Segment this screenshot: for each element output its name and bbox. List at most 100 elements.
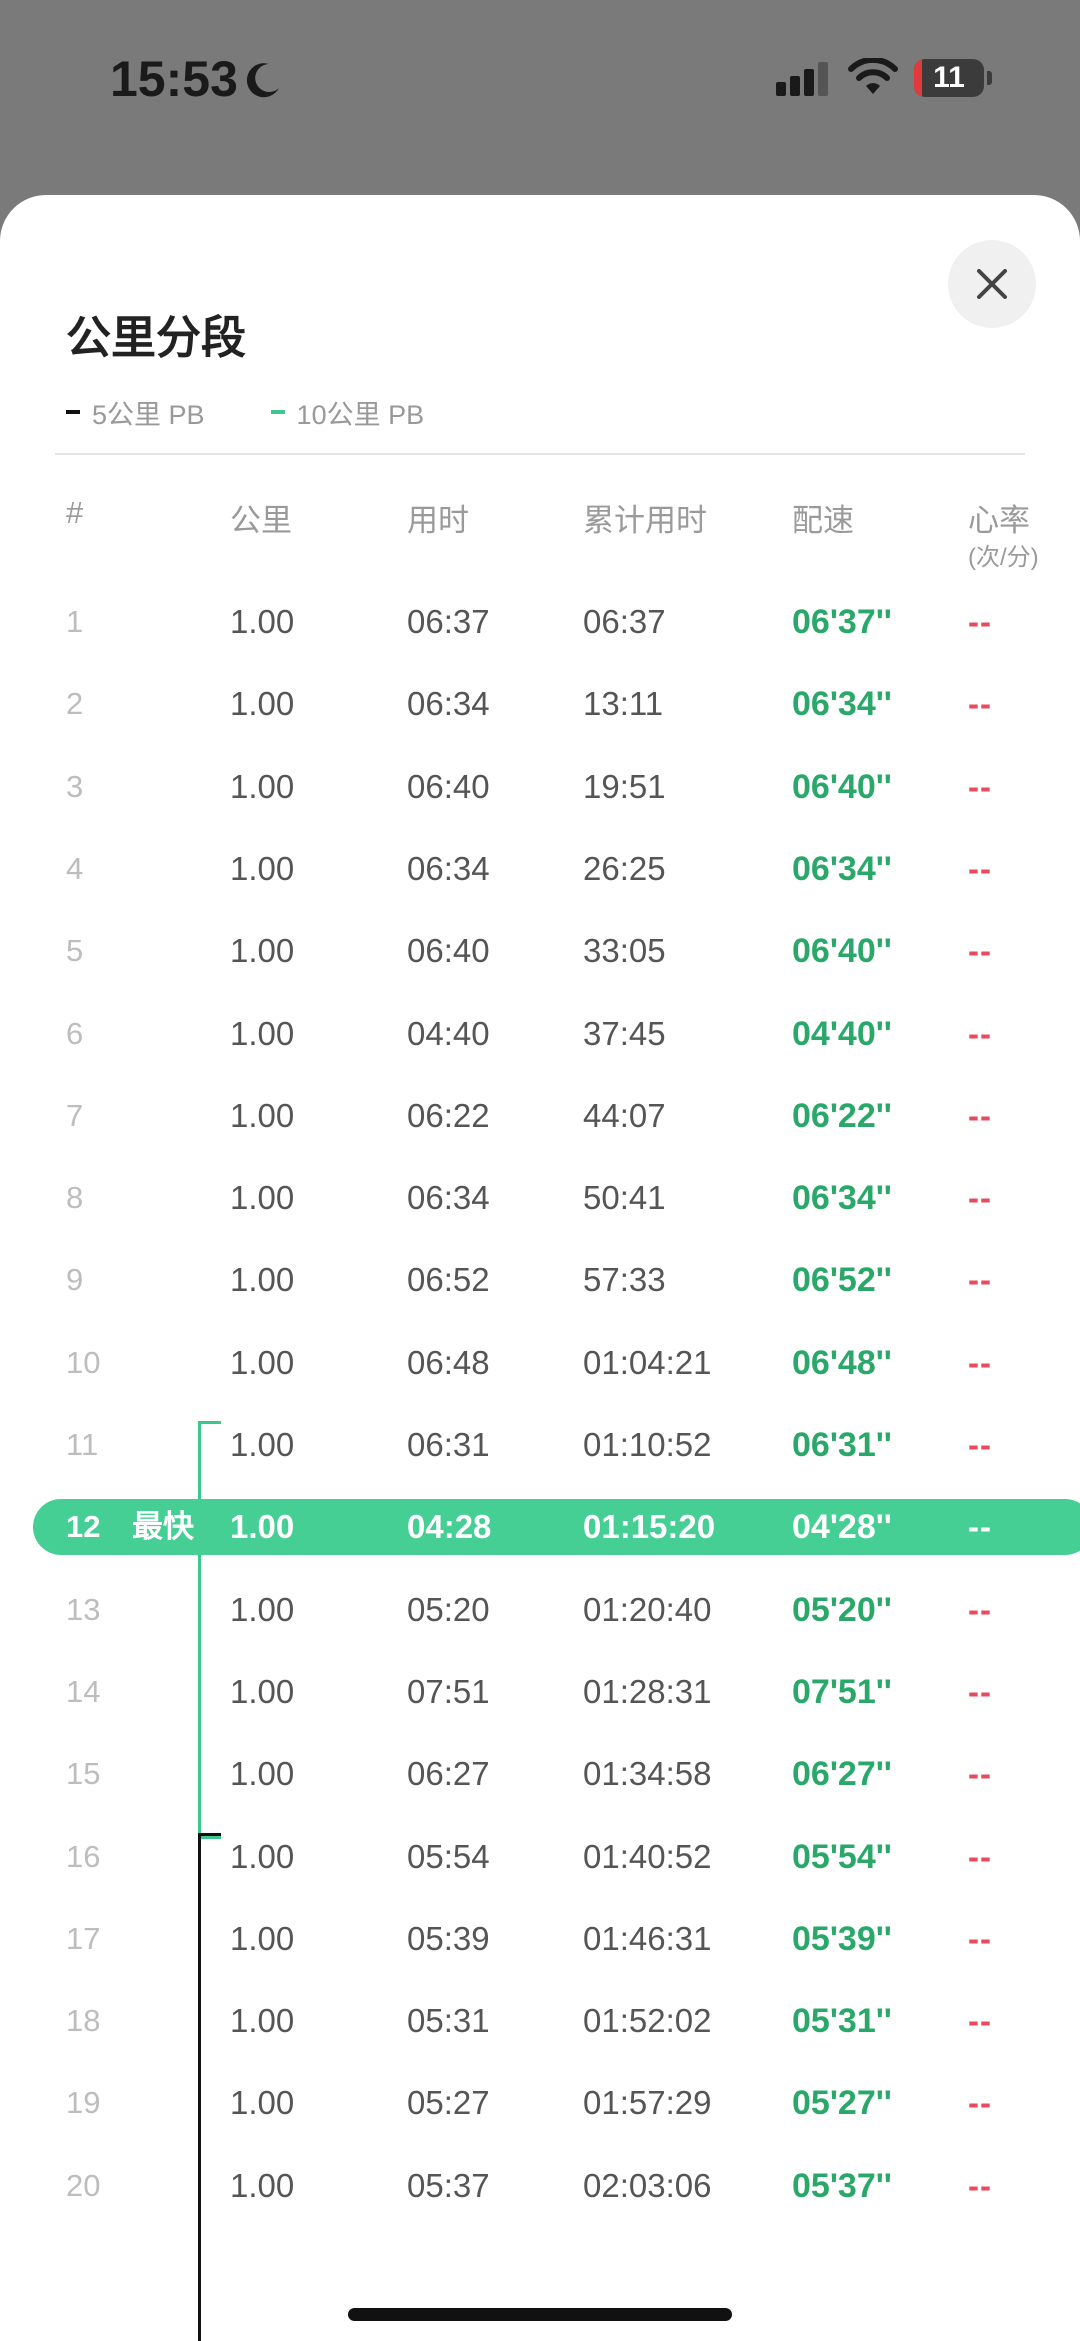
row-time: 06:52 (407, 1261, 490, 1298)
row-time: 06:31 (407, 1426, 490, 1463)
row-heart-rate: -- (968, 1097, 992, 1134)
row-km: 1.00 (230, 1015, 295, 1052)
row-time: 06:40 (407, 768, 490, 805)
row-index: 11 (66, 1427, 99, 1462)
header-time: 用时 (407, 503, 469, 538)
row-index: 20 (66, 2168, 101, 2203)
row-index: 17 (66, 1921, 101, 1956)
table-row[interactable]: 14 1.00 07:51 01:28:31 07'51'' -- (0, 1651, 1080, 1733)
row-km: 1.00 (230, 2002, 295, 2039)
row-cumulative: 01:28:31 (583, 1673, 712, 1710)
close-button[interactable] (948, 240, 1036, 328)
row-index: 8 (66, 1180, 84, 1215)
table-row[interactable]: 11 1.00 06:31 01:10:52 06'31'' -- (0, 1404, 1080, 1486)
row-cumulative: 44:07 (583, 1097, 666, 1134)
row-cumulative: 37:45 (583, 1015, 666, 1052)
table-row[interactable]: 1 1.00 06:37 06:37 06'37'' -- (0, 581, 1080, 663)
table-row[interactable]: 6 1.00 04:40 37:45 04'40'' -- (0, 993, 1080, 1075)
moon-icon (246, 63, 279, 98)
legend-5km-pb: 5公里 PB (66, 393, 205, 432)
row-cumulative: 33:05 (583, 932, 666, 969)
row-km: 1.00 (230, 1838, 295, 1875)
table-row[interactable]: 17 1.00 05:39 01:46:31 05'39'' -- (0, 1898, 1080, 1980)
row-km: 1.00 (230, 1508, 295, 1545)
row-heart-rate: -- (968, 1015, 992, 1052)
row-pace: 06'34'' (792, 685, 892, 723)
row-km: 1.00 (230, 2084, 295, 2121)
row-pace: 06'34'' (792, 1179, 892, 1217)
row-time: 04:40 (407, 1015, 490, 1052)
row-heart-rate: -- (968, 932, 992, 969)
row-cumulative: 01:04:21 (583, 1344, 712, 1381)
row-cumulative: 13:11 (583, 685, 664, 722)
home-indicator[interactable] (348, 2308, 732, 2321)
row-time: 06:27 (407, 1755, 490, 1792)
table-row[interactable]: 18 1.00 05:31 01:52:02 05'31'' -- (0, 1980, 1080, 2062)
table-row[interactable]: 5 1.00 06:40 33:05 06'40'' -- (0, 910, 1080, 992)
header-pace: 配速 (792, 503, 854, 538)
header-km: 公里 (230, 503, 292, 538)
row-index: 10 (66, 1345, 101, 1380)
table-row-fastest[interactable]: 12 1.00 04:28 01:15:20 04'28'' -- 最快 (0, 1486, 1080, 1568)
table-row[interactable]: 16 1.00 05:54 01:40:52 05'54'' -- (0, 1816, 1080, 1898)
row-cumulative: 02:03:06 (583, 2167, 712, 2204)
row-time: 05:39 (407, 1920, 490, 1957)
row-cumulative: 19:51 (583, 768, 666, 805)
row-pace: 06'40'' (792, 932, 892, 970)
row-time: 05:54 (407, 1838, 490, 1875)
row-index: 4 (66, 851, 84, 886)
table-row[interactable]: 15 1.00 06:27 01:34:58 06'27'' -- (0, 1733, 1080, 1815)
row-pace: 05'37'' (792, 2167, 892, 2205)
table-row[interactable]: 9 1.00 06:52 57:33 06'52'' -- (0, 1239, 1080, 1321)
row-cumulative: 01:57:29 (583, 2084, 712, 2121)
row-time: 06:48 (407, 1344, 490, 1381)
row-heart-rate: -- (968, 1920, 992, 1957)
row-heart-rate: -- (968, 603, 992, 640)
row-km: 1.00 (230, 1755, 295, 1792)
row-pace: 06'37'' (792, 603, 892, 641)
table-row[interactable]: 13 1.00 05:20 01:20:40 05'20'' -- (0, 1569, 1080, 1651)
row-index: 1 (66, 604, 84, 639)
row-heart-rate: -- (968, 2167, 992, 2204)
row-heart-rate: -- (968, 1426, 992, 1463)
row-km: 1.00 (230, 2167, 295, 2204)
header-hr: 心率 (968, 503, 1030, 538)
row-km: 1.00 (230, 603, 295, 640)
km-splits-sheet: 公里分段 5公里 PB 10公里 PB # 公里 用时 累计用时 配速 心率 (… (0, 195, 1080, 2341)
row-km: 1.00 (230, 1920, 295, 1957)
row-heart-rate: -- (968, 1344, 992, 1381)
row-km: 1.00 (230, 1426, 295, 1463)
table-row[interactable]: 3 1.00 06:40 19:51 06'40'' -- (0, 746, 1080, 828)
row-cumulative: 57:33 (583, 1261, 666, 1298)
row-heart-rate: -- (968, 2002, 992, 2039)
row-cumulative: 01:52:02 (583, 2002, 712, 2039)
battery-percent: 11 (933, 61, 965, 94)
row-pace: 06'27'' (792, 1755, 892, 1793)
cellular-signal-icon (776, 62, 828, 96)
row-km: 1.00 (230, 1673, 295, 1710)
table-row[interactable]: 4 1.00 06:34 26:25 06'34'' -- (0, 828, 1080, 910)
table-row[interactable]: 20 1.00 05:37 02:03:06 05'37'' -- (0, 2145, 1080, 2227)
row-km: 1.00 (230, 1179, 295, 1216)
table-row[interactable]: 10 1.00 06:48 01:04:21 06'48'' -- (0, 1322, 1080, 1404)
table-row[interactable]: 19 1.00 05:27 01:57:29 05'27'' -- (0, 2062, 1080, 2144)
table-row[interactable]: 7 1.00 06:22 44:07 06'22'' -- (0, 1075, 1080, 1157)
legend-10km-pb: 10公里 PB (270, 393, 425, 432)
row-heart-rate: -- (968, 1591, 992, 1628)
row-heart-rate: -- (968, 1508, 992, 1545)
row-pace: 06'31'' (792, 1426, 892, 1464)
legend-10km-label: 10公里 PB (296, 399, 425, 430)
row-cumulative: 01:10:52 (583, 1426, 712, 1463)
table-row[interactable]: 2 1.00 06:34 13:11 06'34'' -- (0, 663, 1080, 745)
row-time: 04:28 (407, 1508, 492, 1545)
row-time: 06:34 (407, 1179, 490, 1216)
row-cumulative: 01:20:40 (583, 1591, 712, 1628)
row-index: 15 (66, 1756, 101, 1791)
row-time: 05:31 (407, 2002, 490, 2039)
legend-5km-label: 5公里 PB (92, 399, 205, 430)
row-pace: 05'39'' (792, 1920, 892, 1958)
row-cumulative: 01:34:58 (583, 1755, 712, 1792)
table-row[interactable]: 8 1.00 06:34 50:41 06'34'' -- (0, 1157, 1080, 1239)
row-heart-rate: -- (968, 850, 992, 887)
row-heart-rate: -- (968, 685, 992, 722)
